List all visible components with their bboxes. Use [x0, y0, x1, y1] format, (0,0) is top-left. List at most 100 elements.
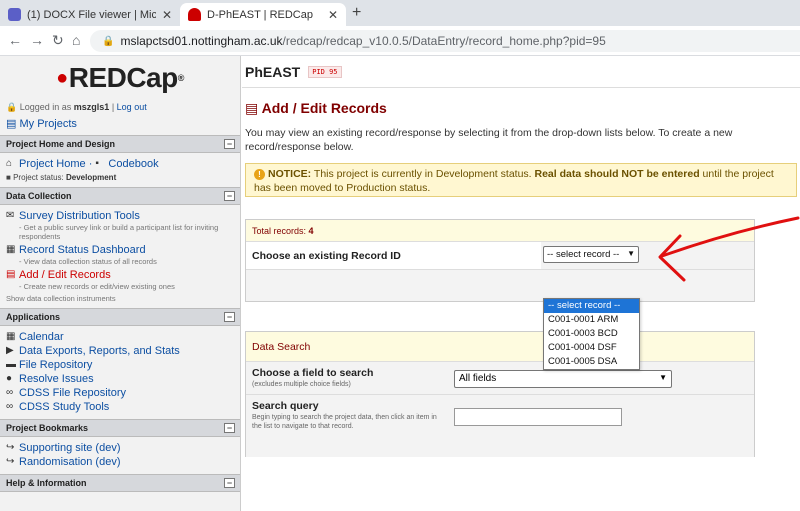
page-title-text: Add / Edit Records [261, 100, 387, 116]
status-label: Project status: [13, 173, 64, 182]
dropdown-option[interactable]: C001-0003 BCD [544, 327, 639, 341]
collapse-toggle-icon[interactable]: − [224, 312, 235, 322]
sidebar-item-label: Survey Distribution Tools [19, 210, 140, 222]
sidebar-item-label: Data Exports, Reports, and Stats [19, 345, 180, 357]
my-projects-link[interactable]: ▤ My Projects [0, 113, 240, 135]
sidebar-item-data-exports[interactable]: ▶ Data Exports, Reports, and Stats [6, 344, 234, 358]
browser-tab-bar: (1) DOCX File viewer | Microsoft ✕ D-PhE… [0, 0, 800, 26]
link-icon: ∞ [6, 401, 14, 412]
record-id-select[interactable]: -- select record -- ▼ [543, 246, 639, 263]
grid-icon: ▦ [6, 244, 16, 255]
section-header-applications: Applications − [0, 308, 240, 326]
dropdown-option[interactable]: C001-0004 DSF [544, 341, 639, 355]
document-icon: ▤ [245, 100, 259, 116]
sidebar-item-add-edit-records[interactable]: ▤ Add / Edit Records [6, 268, 234, 282]
section-title: Data Collection [6, 191, 72, 201]
logout-link[interactable]: Log out [117, 102, 147, 112]
collapse-toggle-icon[interactable]: − [224, 478, 235, 488]
section-body-home-design: ⌂ Project Home · ▪ Codebook ■ Project st… [0, 153, 240, 187]
external-link-icon: ↪ [6, 442, 15, 453]
chevron-down-icon: ▼ [627, 249, 635, 258]
back-icon[interactable]: ← [8, 32, 22, 48]
sidebar-item-label: Resolve Issues [19, 373, 94, 385]
dropdown-option[interactable]: C001-0005 DSA [544, 355, 639, 369]
close-tab-icon[interactable]: ✕ [162, 8, 172, 22]
search-field-select[interactable]: All fields ▼ [454, 370, 672, 388]
url-field[interactable]: 🔒 mslapctsd01.nottingham.ac.uk /redcap/r… [90, 30, 800, 52]
sidebar-item-label: Add / Edit Records [19, 269, 111, 281]
sidebar-item-cdss-study-tools[interactable]: ∞ CDSS Study Tools [6, 400, 234, 414]
sidebar: ● REDCap ® 🔒 Logged in as mszgls1 | Log o… [0, 56, 241, 511]
search-query-label-cell: Search query Begin typing to search the … [246, 395, 446, 457]
section-body-applications: ▦ Calendar ▶ Data Exports, Reports, and St… [0, 326, 240, 419]
sidebar-item-resolve-issues[interactable]: ● Resolve Issues [6, 372, 234, 386]
dropdown-option[interactable]: C001-0001 ARM [544, 313, 639, 327]
sidebar-item-label: Calendar [19, 331, 64, 343]
close-tab-icon[interactable]: ✕ [328, 8, 338, 22]
export-icon: ▶ [6, 345, 14, 356]
new-tab-icon[interactable]: + [352, 4, 361, 22]
teams-icon [8, 8, 21, 21]
sidebar-item-record-status[interactable]: ▦ Record Status Dashboard [6, 243, 234, 257]
choose-record-label: Choose an existing Record ID [246, 242, 541, 269]
login-status: 🔒 Logged in as mszgls1 | Log out [6, 102, 147, 112]
logo-text: REDCap [68, 62, 179, 93]
comments-icon: ● [6, 373, 13, 384]
codebook-link[interactable]: Codebook [108, 157, 158, 171]
sidebar-item-cdss-file-repository[interactable]: ∞ CDSS File Repository [6, 386, 234, 400]
total-records-value: 4 [308, 225, 314, 236]
browser-tab-redcap[interactable]: D-PhEAST | REDCap ✕ [180, 3, 346, 26]
sidebar-item-calendar[interactable]: ▦ Calendar [6, 330, 234, 344]
tab-title: D-PhEAST | REDCap [207, 8, 313, 21]
address-bar-row: ← → ↻ ⌂ 🔒 mslapctsd01.nottingham.ac.uk /… [0, 26, 800, 56]
home-icon: ⌂ [6, 158, 13, 169]
section-title: Project Bookmarks [6, 423, 89, 433]
book-icon: ▪ [95, 158, 99, 169]
project-status: ■ Project status: Development [6, 173, 234, 182]
sidebar-item-label: CDSS Study Tools [19, 401, 110, 413]
show-instruments-link[interactable]: Show data collection instruments [6, 294, 234, 303]
sidebar-item-label: CDSS File Repository [19, 387, 126, 399]
redcap-logo[interactable]: ● REDCap ® [0, 56, 240, 100]
forward-icon[interactable]: → [30, 32, 44, 48]
home-icon[interactable]: ⌂ [72, 32, 80, 48]
search-field-desc: (excludes multiple choice fields) [252, 381, 351, 388]
reload-icon[interactable]: ↻ [52, 32, 64, 49]
section-title: Project Home and Design [6, 139, 116, 149]
calendar-icon: ▦ [6, 331, 16, 342]
sidebar-item-label: File Repository [19, 359, 93, 371]
url-path: /redcap/redcap_v10.0.5/DataEntry/record_… [282, 34, 606, 48]
search-query-cell [446, 395, 754, 457]
status-square-icon: ■ [6, 173, 11, 182]
section-header-data-collection: Data Collection − [0, 187, 240, 205]
url-host: mslapctsd01.nottingham.ac.uk [120, 34, 283, 48]
sidebar-item-file-repository[interactable]: ▬ File Repository [6, 358, 234, 372]
data-search-panel: Data Search Choose a field to search (ex… [245, 331, 755, 457]
collapse-toggle-icon[interactable]: − [224, 139, 235, 149]
warning-icon: ! [254, 169, 265, 180]
search-query-label: Search query [252, 400, 319, 412]
project-home-link[interactable]: Project Home [19, 157, 86, 171]
search-field-label: Choose a field to search [252, 367, 374, 379]
sidebar-item-survey-distribution[interactable]: ✉ Survey Distribution Tools [6, 209, 234, 223]
intro-text: You may view an existing record/response… [245, 127, 733, 153]
collapse-toggle-icon[interactable]: − [224, 191, 235, 201]
search-query-input[interactable] [454, 408, 622, 426]
section-header-home-design: Project Home and Design − [0, 135, 240, 153]
redcap-favicon-icon [188, 8, 201, 21]
section-body-data-collection: ✉ Survey Distribution Tools - Get a publ… [0, 205, 240, 308]
external-link-icon: ↪ [6, 456, 15, 467]
search-field-value: All fields [459, 373, 497, 384]
sidebar-item-randomisation[interactable]: ↪ Randomisation (dev) [6, 455, 234, 469]
sidebar-item-label: Randomisation (dev) [19, 456, 121, 468]
section-body-bookmarks: ↪ Supporting site (dev) ↪ Randomisation (d… [0, 437, 240, 474]
collapse-toggle-icon[interactable]: − [224, 423, 235, 433]
survey-icon: ✉ [6, 210, 15, 221]
status-value: Development [66, 173, 117, 182]
dropdown-option[interactable]: -- select record -- [544, 299, 639, 313]
search-query-row: Search query Begin typing to search the … [246, 395, 754, 457]
project-home-row: ⌂ Project Home · ▪ Codebook [6, 157, 159, 171]
sidebar-item-supporting-site[interactable]: ↪ Supporting site (dev) [6, 441, 234, 455]
link-icon: ∞ [6, 387, 14, 398]
browser-tab-docx-viewer[interactable]: (1) DOCX File viewer | Microsoft ✕ [0, 3, 180, 26]
